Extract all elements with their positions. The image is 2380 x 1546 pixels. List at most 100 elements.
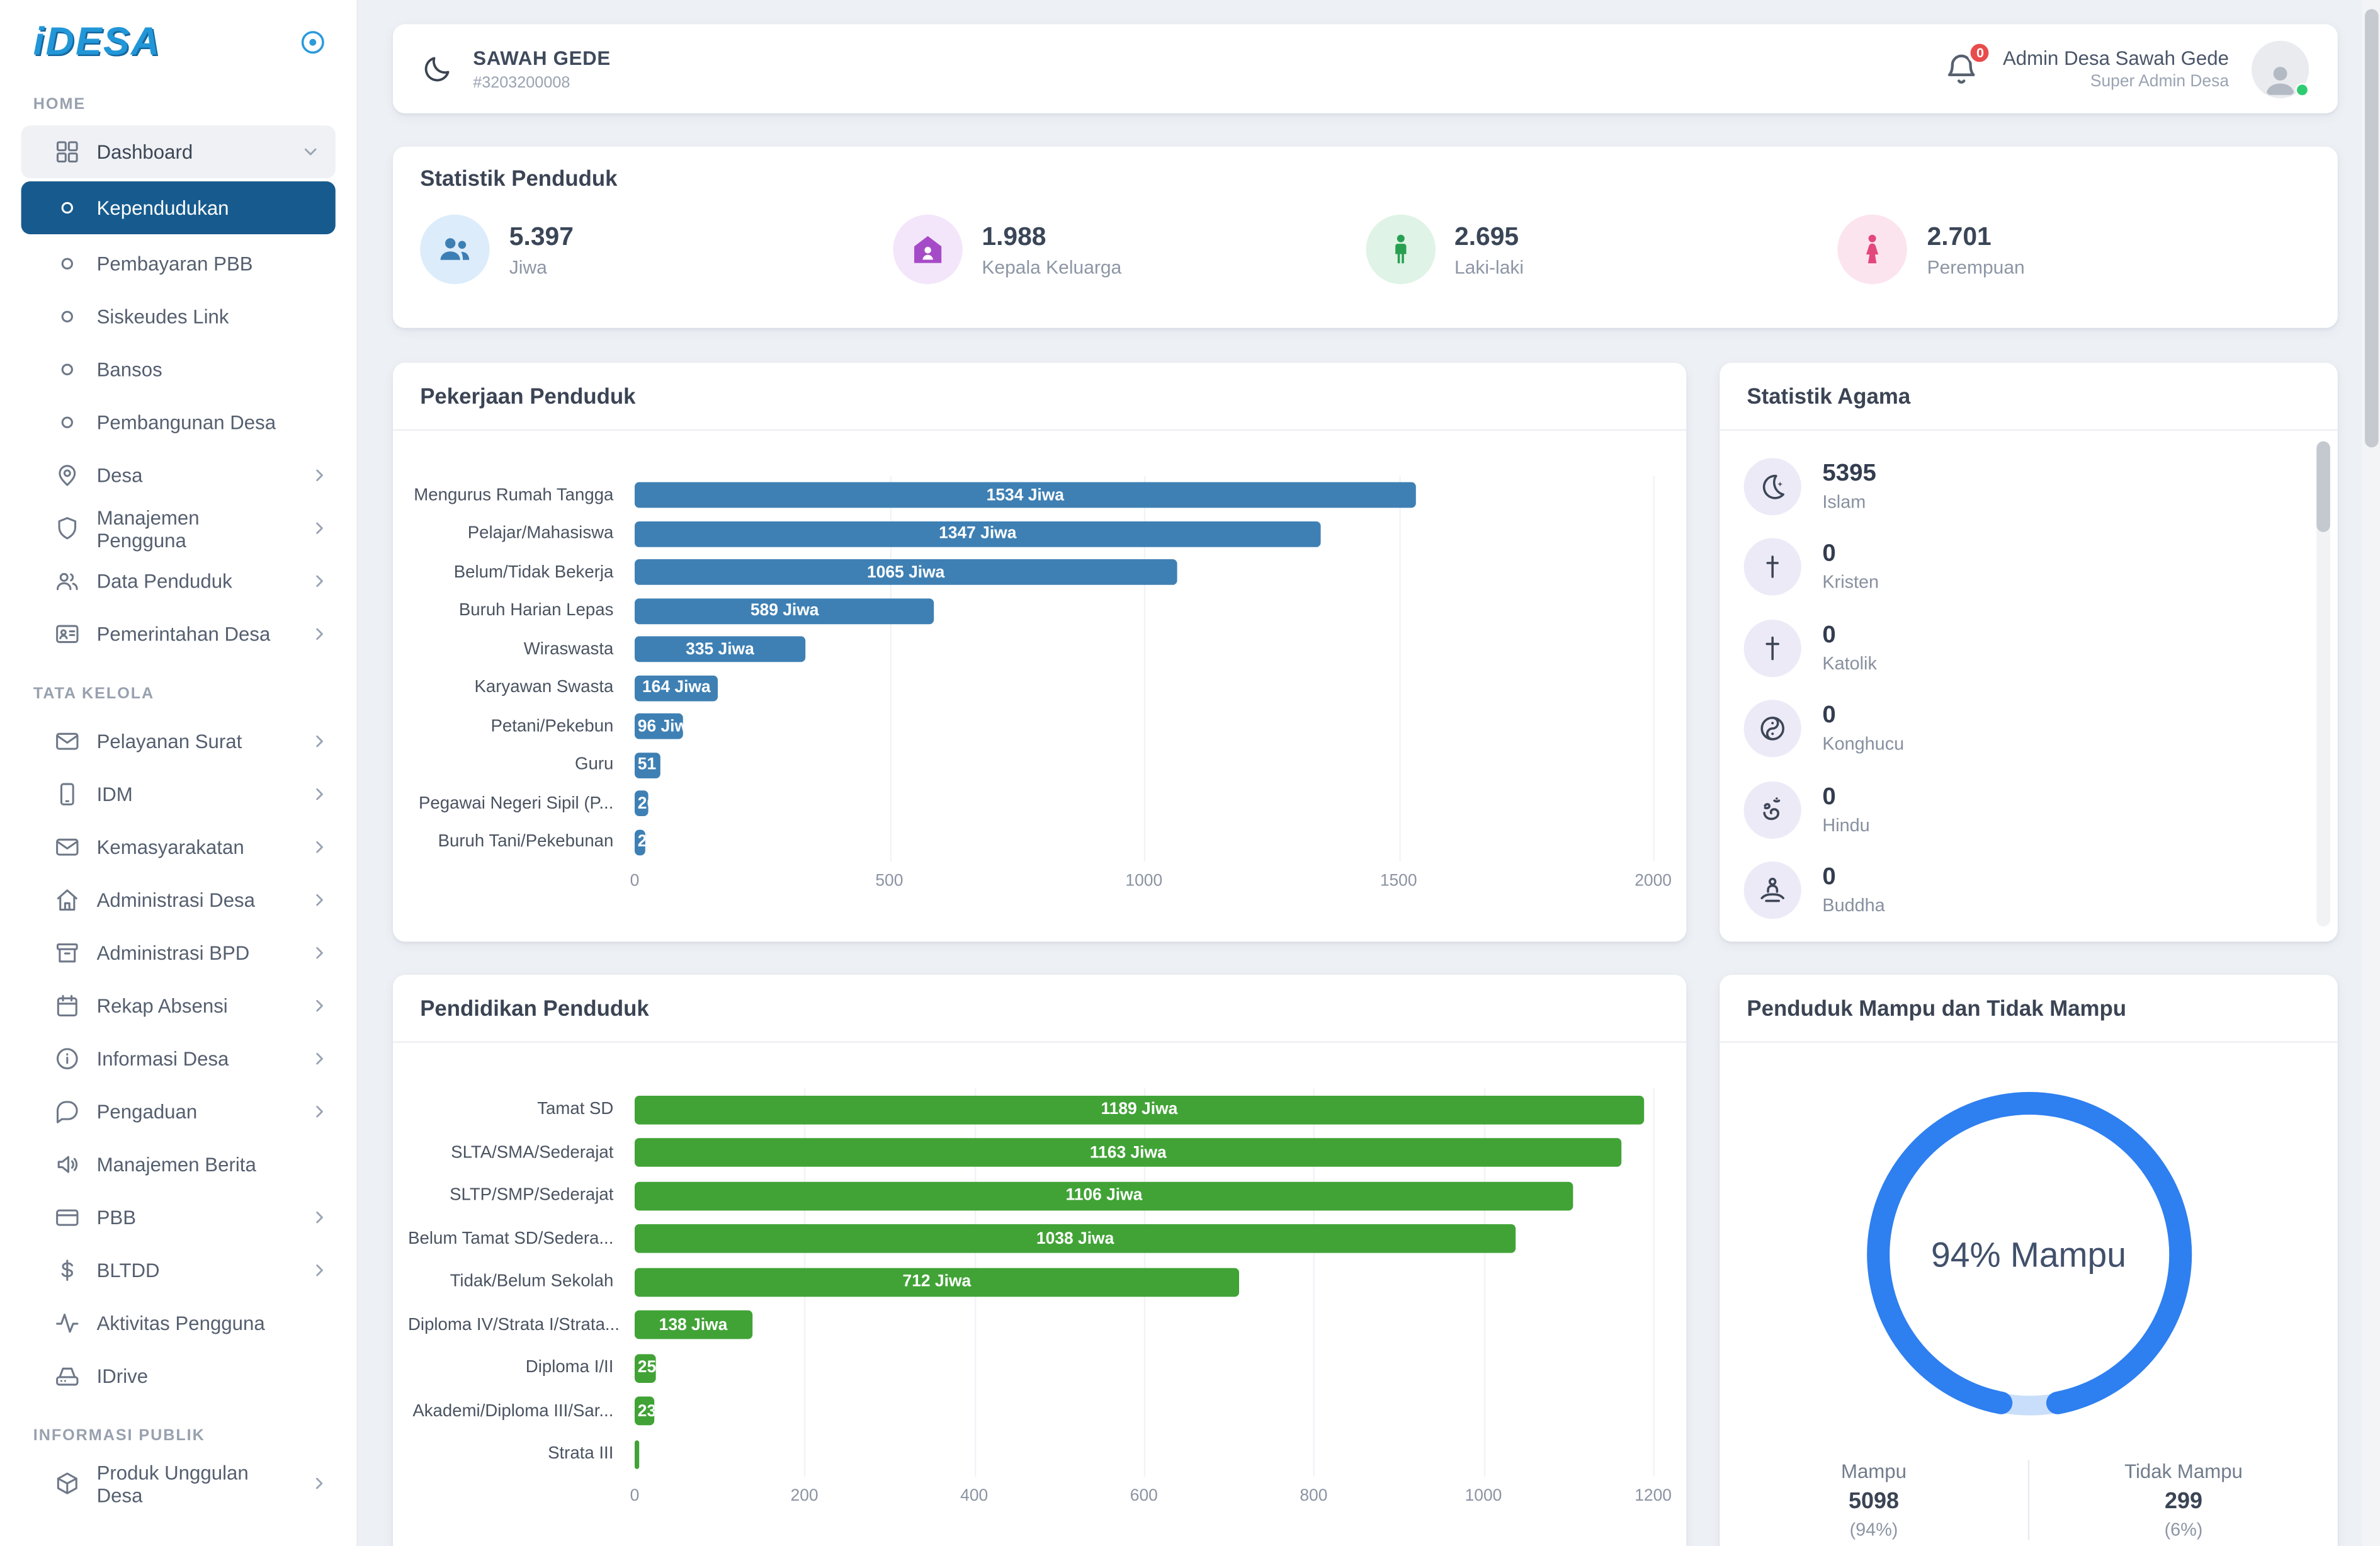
sidebar-item-informasi-desa[interactable]: Informasi Desa (0, 1032, 356, 1085)
sidebar-item-label: Dashboard (97, 140, 193, 163)
online-status-dot (2296, 82, 2309, 96)
axis-tick: 1000 (1465, 1486, 1502, 1504)
category-label: Belum/Tidak Bekerja (408, 564, 635, 582)
agama-scrollbar[interactable] (2316, 441, 2330, 926)
bar-track: 589 Jiwa (635, 598, 1653, 624)
moon-icon[interactable] (422, 53, 453, 84)
sidebar-item-manajemen-pengguna[interactable]: Manajemen Pengguna (0, 502, 356, 555)
agama-text: 0Kristen (1822, 542, 1879, 593)
mail-icon (54, 834, 80, 860)
chart-row: Pegawai Negeri Sipil (P...26 Jiwa (408, 785, 1653, 823)
female-icon (1838, 215, 1907, 284)
agama-row-konghucu: 0 Konghucu (1744, 688, 2314, 769)
sidebar-item-label: Data Penduduk (97, 570, 232, 593)
chevron-right-icon (310, 1474, 329, 1493)
category-label: Belum Tamat SD/Sedera... (408, 1230, 635, 1248)
stat-item: 2.701Perempuan (1838, 215, 2311, 284)
category-label: SLTA/SMA/Sederajat (408, 1144, 635, 1162)
user-block: Admin Desa Sawah Gede Super Admin Desa (2003, 47, 2229, 91)
sidebar-item-dashboard[interactable]: Dashboard (21, 125, 336, 178)
circle-icon (54, 409, 80, 435)
chart-row: Tidak/Belum Sekolah712 Jiwa (408, 1261, 1653, 1304)
sidebar-item-label: Pengaduan (97, 1100, 198, 1123)
info-icon (54, 1046, 80, 1072)
sidebar-item-bltdd[interactable]: BLTDD (0, 1244, 356, 1297)
bar-track: 1065 Jiwa (635, 560, 1653, 586)
sidebar-item-pbb[interactable]: PBB (0, 1191, 356, 1244)
statistik-penduduk-card: Statistik Penduduk 5.397Jiwa1.988Kepala … (393, 147, 2338, 328)
pekerjaan-bar-chart: Mengurus Rumah Tangga1534 JiwaPelajar/Ma… (393, 431, 1686, 904)
stat-value: 1.988 (982, 222, 1121, 252)
sidebar-item-rekap-absensi[interactable]: Rekap Absensi (0, 979, 356, 1032)
sidebar-item-siskeudes-link[interactable]: Siskeudes Link (0, 290, 356, 343)
category-label: Pelajar/Mahasiswa (408, 525, 635, 543)
agama-row-buddha: 0Buddha (1744, 850, 2314, 931)
gridline (1653, 1088, 1655, 1476)
axis-tick: 1200 (1635, 1486, 1672, 1504)
sidebar-item-label: Kemasyarakatan (97, 836, 244, 858)
agama-row-hindu: 0Hindu (1744, 770, 2314, 850)
idcard-icon (54, 621, 80, 647)
chevron-right-icon (310, 1102, 329, 1122)
sidebar-item-pemerintahan-desa[interactable]: Pemerintahan Desa (0, 608, 356, 661)
chart-row: Akademi/Diploma III/Sar...23 Jiwa (408, 1390, 1653, 1433)
sidebar-toggle-icon[interactable] (299, 28, 326, 55)
chart-rows: Mengurus Rumah Tangga1534 JiwaPelajar/Ma… (408, 476, 1653, 861)
category-label: Buruh Tani/Pekebunan (408, 833, 635, 851)
agama-label: Katolik (1822, 652, 1876, 674)
bar: 25 Jiwa (635, 1354, 656, 1383)
user-name: Admin Desa Sawah Gede (2003, 47, 2229, 69)
sidebar-item-pelayanan-surat[interactable]: Pelayanan Surat (0, 715, 356, 768)
stat-value: 2.695 (1454, 222, 1524, 252)
sidebar-item-label: Informasi Desa (97, 1047, 229, 1070)
chart-row: Petani/Pekebun96 Jiwa (408, 707, 1653, 746)
sidebar-item-label: BLTDD (97, 1259, 160, 1282)
chart-row: Diploma IV/Strata I/Strata...138 Jiwa (408, 1304, 1653, 1346)
chevron-right-icon (310, 996, 329, 1016)
bar-track: 51 Jiwa (635, 753, 1653, 778)
page-scrollbar-thumb[interactable] (2364, 9, 2378, 447)
agama-value: 5395 (1822, 460, 1876, 487)
sidebar-section-label: INFORMASI PUBLIK (0, 1402, 356, 1457)
grid-icon (54, 139, 80, 165)
sidebar-item-desa[interactable]: Desa (0, 449, 356, 502)
sidebar-item-idm[interactable]: IDM (0, 768, 356, 821)
sidebar-item-kemasyarakatan[interactable]: Kemasyarakatan (0, 821, 356, 873)
stat-label: Kepala Keluarga (982, 256, 1121, 278)
sidebar-item-produk-unggulan-desa[interactable]: Produk Unggulan Desa (0, 1457, 356, 1510)
agama-value: 0 (1822, 703, 1904, 730)
agama-label: Konghucu (1822, 734, 1904, 755)
notifications-button[interactable]: 0 (1944, 50, 1980, 87)
bar: 335 Jiwa (635, 637, 805, 662)
bar-track (635, 1440, 1653, 1469)
chevron-right-icon (310, 890, 329, 910)
chevron-right-icon (310, 732, 329, 751)
sidebar-item-manajemen-berita[interactable]: Manajemen Berita (0, 1138, 356, 1191)
category-label: Wiraswasta (408, 640, 635, 659)
sidebar-item-administrasi-bpd[interactable]: Administrasi BPD (0, 926, 356, 979)
sidebar-item-data-penduduk[interactable]: Data Penduduk (0, 555, 356, 608)
avatar[interactable] (2252, 40, 2309, 98)
axis-tick: 600 (1130, 1486, 1158, 1504)
sidebar-item-pembangunan-desa[interactable]: Pembangunan Desa (0, 396, 356, 449)
page-scrollbar[interactable] (2362, 0, 2380, 1546)
circle-icon (54, 251, 80, 276)
chart-row: Pelajar/Mahasiswa1347 Jiwa (408, 514, 1653, 553)
sidebar-item-administrasi-desa[interactable]: Administrasi Desa (0, 873, 356, 926)
agama-value: 0 (1822, 865, 1884, 892)
donut-stat-tidak-mampu: Tidak Mampu299(6%) (2028, 1460, 2338, 1540)
category-label: Pegawai Negeri Sipil (P... (408, 795, 635, 813)
sidebar-item-pengaduan[interactable]: Pengaduan (0, 1085, 356, 1138)
sidebar-item-kependudukan[interactable]: Kependudukan (21, 181, 336, 234)
chart-rows: Tamat SD1189 JiwaSLTA/SMA/Sederajat1163 … (408, 1088, 1653, 1476)
donut-stat-value: 5098 (1720, 1489, 2028, 1515)
sidebar-item-bansos[interactable]: Bansos (0, 343, 356, 396)
sidebar-item-idrive[interactable]: IDrive (0, 1350, 356, 1402)
topbar-right: 0 Admin Desa Sawah Gede Super Admin Desa (1944, 40, 2309, 98)
sidebar-item-pembayaran-pbb[interactable]: Pembayaran PBB (0, 237, 356, 290)
bar: 96 Jiwa (635, 713, 684, 739)
sidebar-item-label: Rekap Absensi (97, 994, 228, 1017)
sidebar-item-aktivitas-pengguna[interactable]: Aktivitas Pengguna (0, 1297, 356, 1350)
sidebar-item-label: Pelayanan Surat (97, 730, 242, 753)
bar-track: 21 Jiwa (635, 829, 1653, 855)
